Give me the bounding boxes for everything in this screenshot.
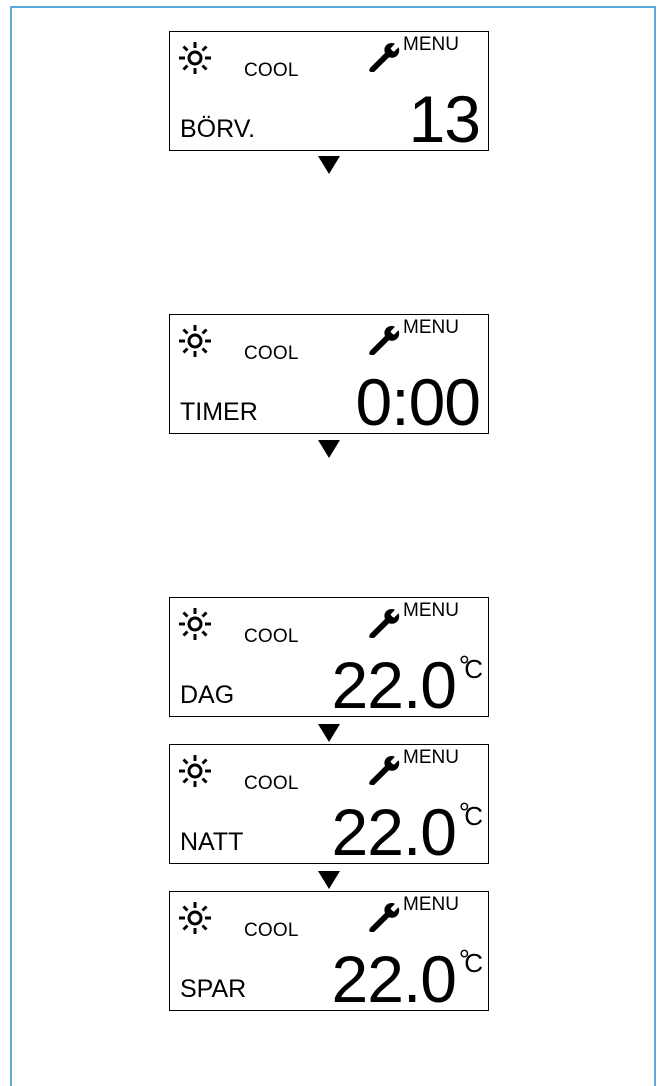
menu-label: MENU <box>403 317 459 338</box>
sun-icon <box>179 608 211 640</box>
sun-icon <box>179 42 211 74</box>
setting-label: NATT <box>180 828 244 856</box>
temperature-unit: C <box>464 948 483 978</box>
mode-label: COOL <box>244 343 299 364</box>
sun-icon <box>179 325 211 357</box>
lcd-screen-timer: COOL MENU TIMER 0:00 <box>169 314 489 439</box>
wrench-icon <box>369 326 400 355</box>
menu-label: MENU <box>403 747 459 768</box>
temperature-value: 22.0 <box>331 648 457 722</box>
wrench-icon <box>369 43 400 72</box>
menu-label: MENU <box>403 600 459 621</box>
arrow-down-icon <box>318 440 340 458</box>
wrench-icon <box>369 756 400 785</box>
setting-value: 13 <box>408 82 481 156</box>
setting-label: BÖRV. <box>180 115 256 143</box>
mode-label: COOL <box>244 60 299 81</box>
lcd-screen-dag: COOL MENU DAG 22.0 ° C <box>169 597 489 722</box>
setting-label: TIMER <box>180 398 258 426</box>
wrench-icon <box>369 609 400 638</box>
menu-label: MENU <box>403 894 459 915</box>
setting-label: SPAR <box>180 975 247 1003</box>
temperature-unit: C <box>464 801 483 831</box>
sun-icon <box>179 755 211 787</box>
setting-value: 0:00 <box>355 365 481 439</box>
mode-label: COOL <box>244 773 299 794</box>
arrow-down-icon <box>318 724 340 742</box>
menu-label: MENU <box>403 34 459 55</box>
setting-label: DAG <box>180 681 235 709</box>
lcd-screen-borv: COOL MENU BÖRV. 13 <box>169 31 489 156</box>
arrow-down-icon <box>318 156 340 174</box>
wrench-icon <box>369 903 400 932</box>
temperature-value: 22.0 <box>331 942 457 1016</box>
sun-icon <box>179 902 211 934</box>
lcd-screen-natt: COOL MENU NATT 22.0 ° C <box>169 744 489 869</box>
mode-label: COOL <box>244 626 299 647</box>
lcd-screen-spar: COOL MENU SPAR 22.0 ° C <box>169 891 489 1016</box>
arrow-down-icon <box>318 871 340 889</box>
temperature-value: 22.0 <box>331 795 457 869</box>
temperature-unit: C <box>464 654 483 684</box>
mode-label: COOL <box>244 920 299 941</box>
